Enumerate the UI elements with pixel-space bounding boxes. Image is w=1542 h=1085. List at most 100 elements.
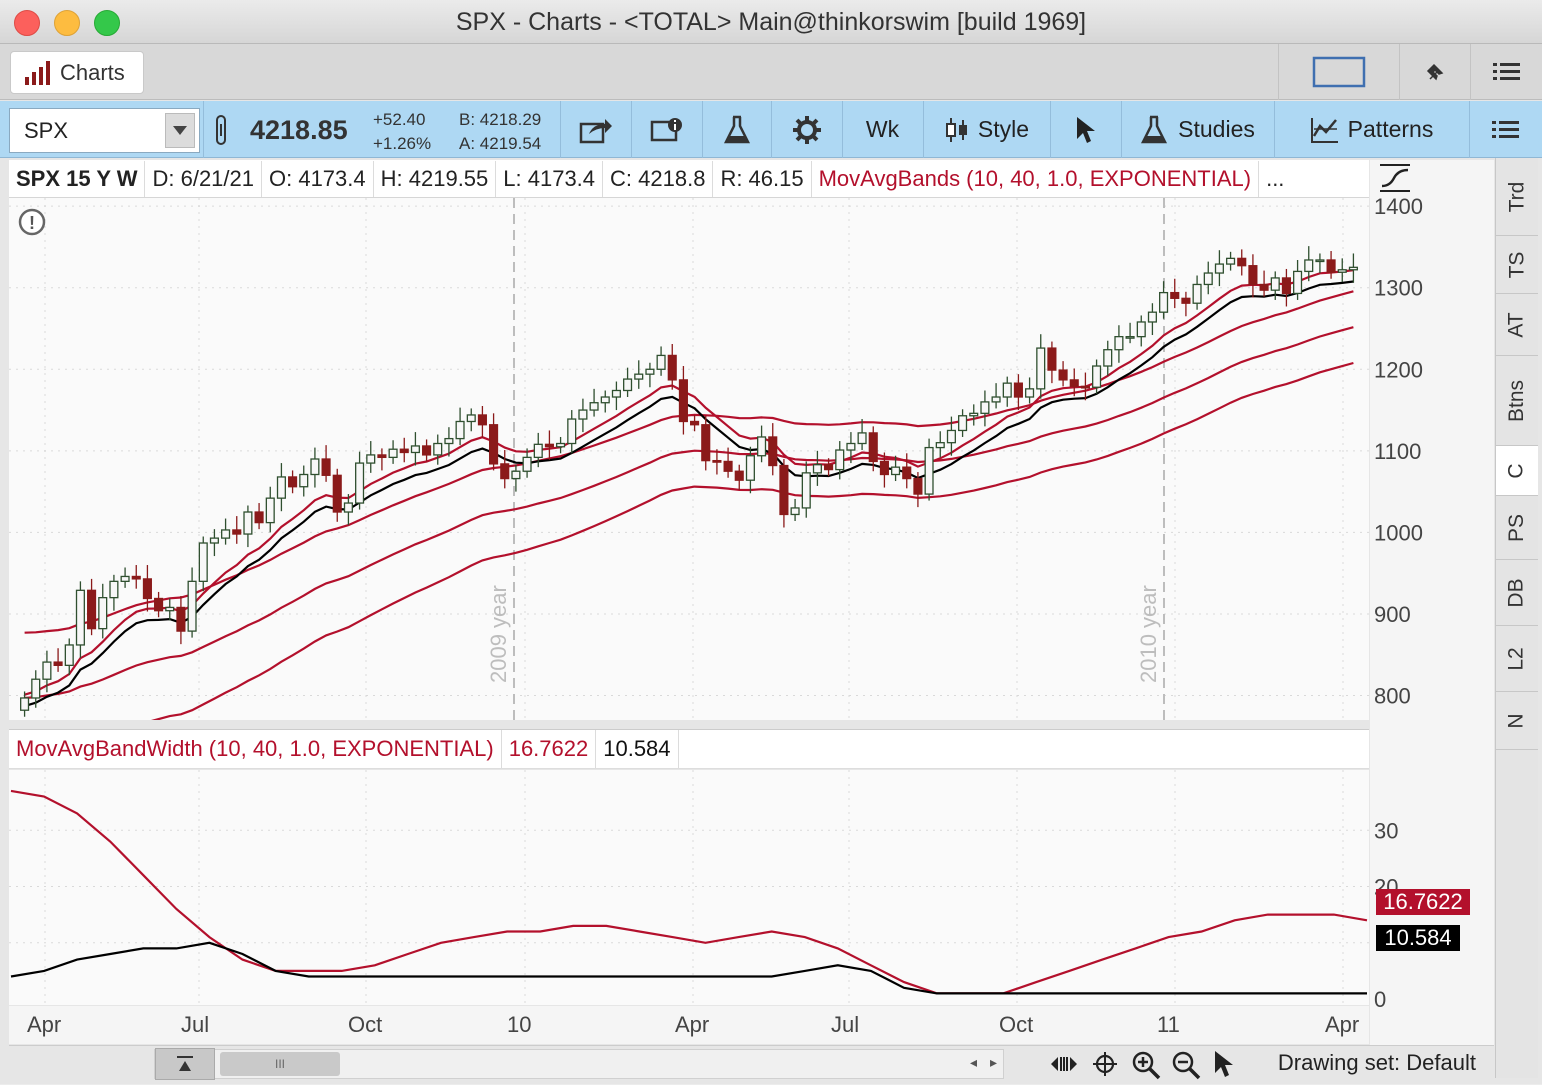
chart-bars-icon bbox=[25, 60, 50, 85]
candle-body-105 bbox=[1192, 283, 1202, 304]
time-axis[interactable]: Apr Jul Oct 10 Apr Jul Oct 11 Apr bbox=[9, 1006, 1369, 1044]
bandwidth-value-tag: 16.7622 bbox=[1376, 889, 1470, 915]
candle-body-63 bbox=[723, 460, 733, 472]
candle-body-59 bbox=[678, 379, 688, 423]
horizontal-scrollbar[interactable]: III ◂ ▸ bbox=[154, 1048, 1004, 1080]
price-axis-tick-1: 900 bbox=[1374, 602, 1411, 627]
candle-body-32 bbox=[377, 454, 387, 459]
title-bar: SPX - Charts - <TOTAL> Main@thinkorswim … bbox=[0, 0, 1542, 44]
candle-body-53 bbox=[611, 389, 621, 398]
aggregation-button[interactable]: Wk bbox=[842, 101, 922, 158]
app-window: SPX - Charts - <TOTAL> Main@thinkorswim … bbox=[0, 0, 1542, 1084]
candle-body-64 bbox=[734, 470, 744, 481]
price-axis-tick-3: 1100 bbox=[1374, 439, 1421, 464]
sidebar-tab-l2[interactable]: L2 bbox=[1496, 626, 1538, 692]
link-button[interactable] bbox=[203, 101, 237, 158]
crosshair-button[interactable] bbox=[1092, 1051, 1118, 1082]
candle-body-39 bbox=[455, 420, 465, 440]
studies-label: Studies bbox=[1178, 116, 1255, 142]
candle-body-91 bbox=[1036, 347, 1046, 390]
layout-button[interactable] bbox=[1278, 44, 1398, 100]
symbol-dropdown-button[interactable] bbox=[165, 113, 195, 148]
candle-body-13 bbox=[165, 606, 175, 612]
candle-body-57 bbox=[656, 354, 666, 370]
tab-charts[interactable]: Charts bbox=[10, 51, 144, 94]
share-button[interactable] bbox=[560, 101, 630, 158]
cursor-button[interactable] bbox=[1050, 101, 1120, 158]
scroll-thumb[interactable]: III bbox=[220, 1052, 340, 1076]
gear-icon bbox=[792, 115, 821, 144]
candle-body-109 bbox=[1237, 257, 1247, 267]
scroll-left-arrow-icon[interactable]: ◂ bbox=[970, 1054, 977, 1071]
expand-horizontal-button[interactable] bbox=[1049, 1052, 1079, 1081]
sidebar-tab-ts[interactable]: TS bbox=[1496, 236, 1538, 294]
price-chart[interactable]: 2009 year 2010 year! bbox=[9, 198, 1369, 765]
candle-body-117 bbox=[1326, 259, 1336, 273]
zoom-out-button[interactable] bbox=[1171, 1050, 1201, 1085]
lab-button[interactable] bbox=[702, 101, 770, 158]
study-label-movavgbands[interactable]: MovAvgBands (10, 40, 1.0, EXPONENTIAL) bbox=[812, 160, 1260, 197]
candle-body-68 bbox=[779, 464, 789, 516]
lower-axis-tick-2: 0 bbox=[1374, 987, 1386, 1012]
toolbar-menu-button[interactable] bbox=[1469, 101, 1542, 158]
sidebar-tab-trd[interactable]: Trd bbox=[1496, 158, 1538, 236]
sidebar-tab-ps[interactable]: PS bbox=[1496, 496, 1538, 560]
scroll-right-arrow-icon[interactable]: ▸ bbox=[990, 1054, 997, 1071]
menu-list-icon bbox=[1492, 63, 1520, 80]
candle-body-96 bbox=[1092, 365, 1102, 388]
candle-body-23 bbox=[276, 476, 286, 499]
drawing-set-label[interactable]: Drawing set: Default bbox=[1278, 1050, 1476, 1076]
scroll-left-anchor-button[interactable] bbox=[155, 1048, 215, 1080]
candle-body-10 bbox=[131, 575, 141, 580]
candle-body-76 bbox=[868, 432, 878, 463]
zoom-in-button[interactable] bbox=[1131, 1050, 1161, 1085]
candle-body-93 bbox=[1058, 369, 1068, 381]
lower-study-header: MovAvgBandWidth (10, 40, 1.0, EXPONENTIA… bbox=[9, 729, 1369, 769]
candle-body-50 bbox=[578, 409, 588, 420]
candle-body-90 bbox=[1025, 388, 1035, 398]
alert-icon-mark: ! bbox=[29, 213, 35, 233]
sidebar-tab-n[interactable]: N bbox=[1496, 692, 1538, 750]
bar-close: C: 4218.8 bbox=[603, 160, 714, 197]
candle-body-45 bbox=[522, 456, 532, 472]
candle-body-43 bbox=[500, 463, 510, 480]
patterns-button[interactable]: Patterns bbox=[1274, 101, 1468, 158]
candle-body-78 bbox=[891, 466, 901, 476]
pointer-mode-button[interactable] bbox=[1212, 1049, 1236, 1084]
sidebar-tab-btns[interactable]: Btns bbox=[1496, 356, 1538, 446]
candle-body-41 bbox=[477, 414, 487, 426]
candle-body-60 bbox=[690, 420, 700, 426]
candle-body-67 bbox=[768, 436, 778, 467]
right-sidebar: Trd TS AT Btns C PS DB L2 N bbox=[1495, 158, 1538, 1078]
candle-body-98 bbox=[1114, 336, 1124, 351]
symbol-input[interactable]: SPX bbox=[9, 108, 200, 153]
axis-scale-button[interactable] bbox=[1378, 162, 1412, 199]
candle-body-85 bbox=[969, 412, 979, 417]
info-button[interactable] bbox=[631, 101, 701, 158]
candle-body-112 bbox=[1270, 277, 1280, 291]
candle-body-37 bbox=[433, 442, 443, 456]
lower-study-value-1: 16.7622 bbox=[502, 730, 597, 768]
studies-flask-icon bbox=[1141, 115, 1168, 143]
style-button[interactable]: Style bbox=[923, 101, 1049, 158]
pin-button[interactable] bbox=[1399, 44, 1469, 100]
candle-body-82 bbox=[935, 442, 945, 449]
menu-button[interactable] bbox=[1470, 44, 1542, 100]
candle-body-15 bbox=[187, 580, 197, 632]
sidebar-tab-c[interactable]: C bbox=[1496, 446, 1538, 496]
studies-button[interactable]: Studies bbox=[1121, 101, 1273, 158]
candle-body-51 bbox=[589, 402, 599, 411]
lower-study-chart[interactable] bbox=[9, 770, 1369, 1005]
candle-body-106 bbox=[1203, 272, 1213, 286]
candle-body-74 bbox=[846, 442, 856, 451]
candle-body-21 bbox=[254, 511, 264, 524]
candle-body-29 bbox=[343, 502, 353, 513]
candle-body-103 bbox=[1170, 291, 1180, 299]
sidebar-tab-db[interactable]: DB bbox=[1496, 560, 1538, 626]
settings-button[interactable] bbox=[771, 101, 841, 158]
more-studies-ellipsis[interactable]: ... bbox=[1259, 161, 1291, 197]
candle-body-94 bbox=[1069, 379, 1079, 388]
lower-study-label[interactable]: MovAvgBandWidth (10, 40, 1.0, EXPONENTIA… bbox=[9, 730, 502, 768]
sidebar-tab-at[interactable]: AT bbox=[1496, 294, 1538, 356]
candle-body-19 bbox=[232, 529, 242, 535]
